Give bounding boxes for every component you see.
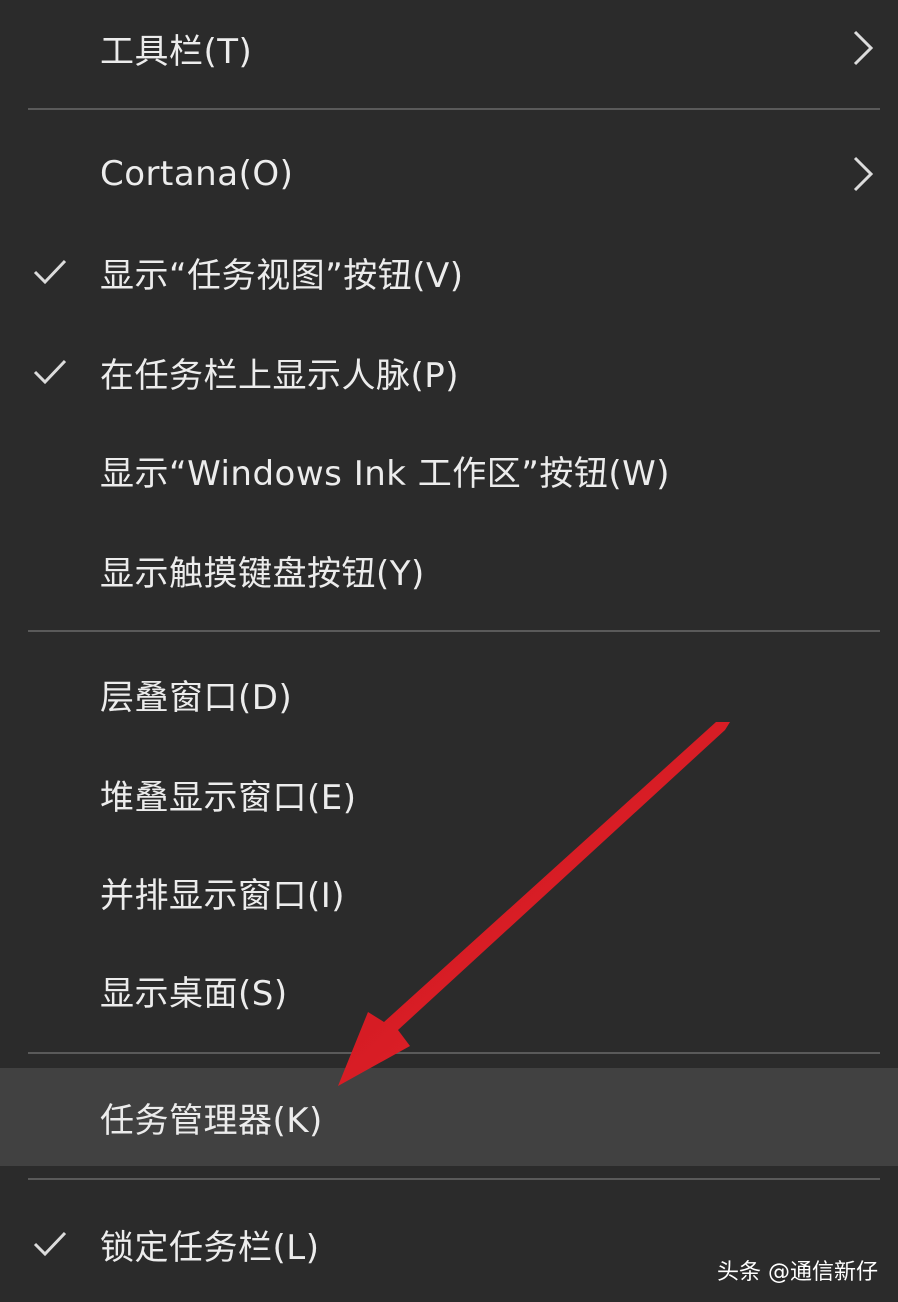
menu-item-side-by-side-windows[interactable]: 并排显示窗口(I) <box>0 844 898 940</box>
menu-separator <box>28 108 880 110</box>
menu-item-toolbars[interactable]: 工具栏(T) <box>0 0 898 96</box>
chevron-right-icon <box>848 152 878 196</box>
menu-item-cortana[interactable]: Cortana(O) <box>0 126 898 222</box>
menu-item-label: 锁定任务栏(L) <box>100 1227 320 1268</box>
menu-separator <box>28 1052 880 1054</box>
menu-item-label: 显示“任务视图”按钮(V) <box>100 255 464 296</box>
menu-item-label: 任务管理器(K) <box>100 1100 323 1141</box>
menu-item-cascade-windows[interactable]: 层叠窗口(D) <box>0 646 898 742</box>
menu-item-label: 显示“Windows Ink 工作区”按钮(W) <box>100 453 671 494</box>
menu-item-label: 显示触摸键盘按钮(Y) <box>100 553 425 594</box>
menu-item-show-people[interactable]: 在任务栏上显示人脉(P) <box>0 324 898 420</box>
menu-item-label: 层叠窗口(D) <box>100 677 293 718</box>
chevron-right-icon <box>848 26 878 70</box>
menu-item-stack-windows[interactable]: 堆叠显示窗口(E) <box>0 746 898 842</box>
menu-item-show-desktop[interactable]: 显示桌面(S) <box>0 942 898 1038</box>
menu-item-task-manager[interactable]: 任务管理器(K) <box>0 1068 898 1166</box>
menu-item-label: 堆叠显示窗口(E) <box>100 777 357 818</box>
menu-separator <box>28 1178 880 1180</box>
menu-item-show-touch-keyboard[interactable]: 显示触摸键盘按钮(Y) <box>0 522 898 618</box>
check-icon <box>30 252 70 292</box>
check-icon <box>30 1224 70 1264</box>
taskbar-context-menu: 工具栏(T) Cortana(O) 显示“任务视图”按钮(V) 在任务栏上显示人… <box>0 0 898 1302</box>
watermark-text: 头条 @通信新仔 <box>717 1260 878 1285</box>
menu-item-label: 并排显示窗口(I) <box>100 875 346 916</box>
check-icon <box>30 352 70 392</box>
menu-item-label: 工具栏(T) <box>100 31 253 72</box>
menu-item-show-windows-ink[interactable]: 显示“Windows Ink 工作区”按钮(W) <box>0 422 898 518</box>
menu-separator <box>28 630 880 632</box>
menu-item-show-task-view[interactable]: 显示“任务视图”按钮(V) <box>0 224 898 320</box>
menu-item-label: 显示桌面(S) <box>100 973 288 1014</box>
menu-item-label: 在任务栏上显示人脉(P) <box>100 355 460 396</box>
menu-item-label: Cortana(O) <box>100 154 294 194</box>
